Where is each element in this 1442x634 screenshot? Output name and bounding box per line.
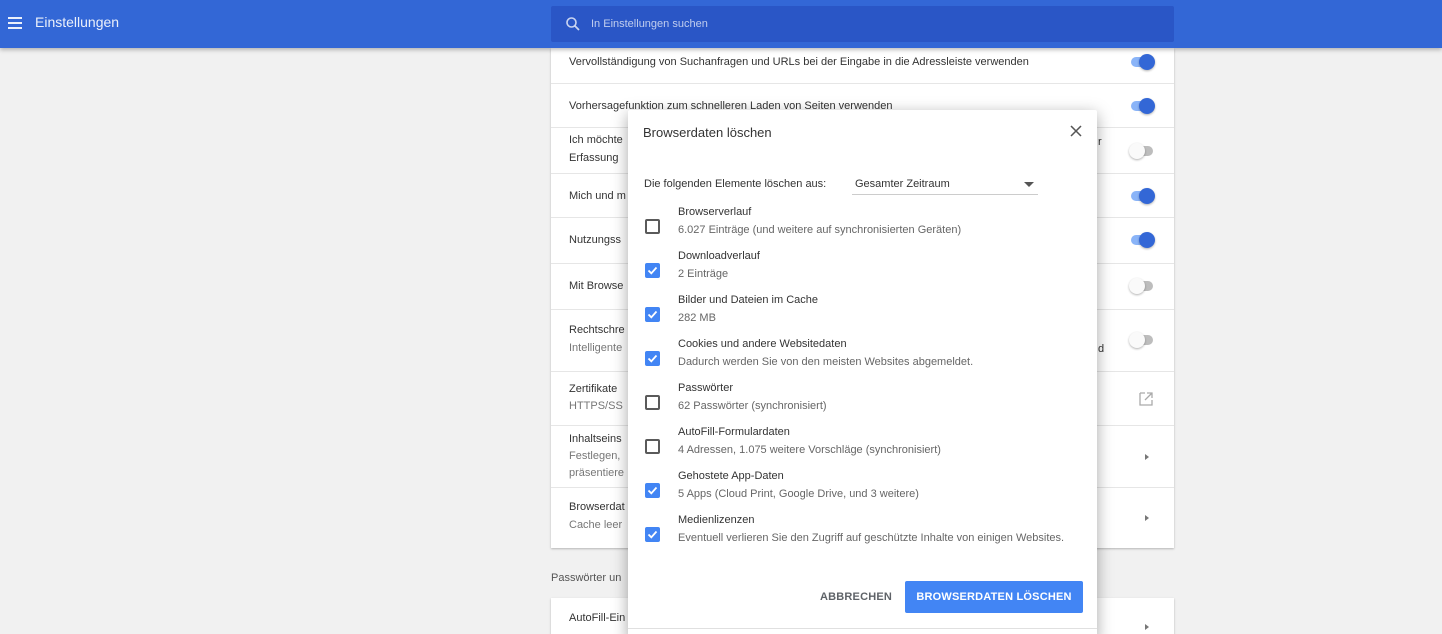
item-title: Bilder und Dateien im Cache [678,294,819,306]
checkbox[interactable] [645,395,660,410]
data-item-browsing-history[interactable]: Browserverlauf 6.027 Einträge (und weite… [628,203,1097,247]
item-subtitle: 62 Passwörter (synchronisiert) [678,400,827,412]
check-icon [647,310,658,319]
item-subtitle: Eventuell verlieren Sie den Zugriff auf … [678,532,1065,544]
checkbox[interactable] [645,527,660,542]
checkbox[interactable] [645,219,660,234]
cancel-button[interactable]: ABBRECHEN [806,581,906,613]
checkbox[interactable] [645,307,660,322]
check-icon [647,354,658,363]
checkbox[interactable] [645,483,660,498]
item-subtitle: 6.027 Einträge (und weitere auf synchron… [678,224,962,236]
dialog-title: Browserdaten löschen [643,125,772,140]
data-item-cache[interactable]: Bilder und Dateien im Cache 282 MB [628,291,1097,335]
dropdown-arrow-icon [1024,182,1034,187]
item-subtitle: 282 MB [678,312,716,324]
check-icon [647,486,658,495]
item-title: Cookies und andere Websitedaten [678,338,847,350]
data-item-download-history[interactable]: Downloadverlauf 2 Einträge [628,247,1097,291]
item-title: Medienlizenzen [678,514,755,526]
time-range-select[interactable]: Gesamter Zeitraum [852,173,1038,195]
item-title: Browserverlauf [678,206,752,218]
item-title: Downloadverlauf [678,250,760,262]
time-range-value: Gesamter Zeitraum [855,178,950,190]
close-icon[interactable] [1069,124,1083,138]
time-range-label: Die folgenden Elemente löschen aus: [644,178,827,190]
item-subtitle: Dadurch werden Sie von den meisten Websi… [678,356,974,368]
data-item-cookies[interactable]: Cookies und andere Websitedaten Dadurch … [628,335,1097,379]
item-title: Gehostete App-Daten [678,470,784,482]
item-subtitle: 2 Einträge [678,268,729,280]
item-subtitle: 5 Apps (Cloud Print, Google Drive, und 3… [678,488,919,500]
data-item-media-licenses[interactable]: Medienlizenzen Eventuell verlieren Sie d… [628,511,1097,555]
check-icon [647,266,658,275]
data-item-hosted-app-data[interactable]: Gehostete App-Daten 5 Apps (Cloud Print,… [628,467,1097,511]
item-title: Passwörter [678,382,734,394]
data-item-passwords[interactable]: Passwörter 62 Passwörter (synchronisiert… [628,379,1097,423]
item-subtitle: 4 Adressen, 1.075 weitere Vorschläge (sy… [678,444,941,456]
checkbox[interactable] [645,351,660,366]
clear-browsing-data-dialog: Browserdaten löschen Die folgenden Eleme… [628,110,1097,634]
clear-data-button[interactable]: BROWSERDATEN LÖSCHEN [905,581,1083,613]
check-icon [647,530,658,539]
checkbox[interactable] [645,439,660,454]
checkbox[interactable] [645,263,660,278]
item-title: AutoFill-Formulardaten [678,426,790,438]
data-item-autofill[interactable]: AutoFill-Formulardaten 4 Adressen, 1.075… [628,423,1097,467]
dialog-divider [628,628,1097,629]
